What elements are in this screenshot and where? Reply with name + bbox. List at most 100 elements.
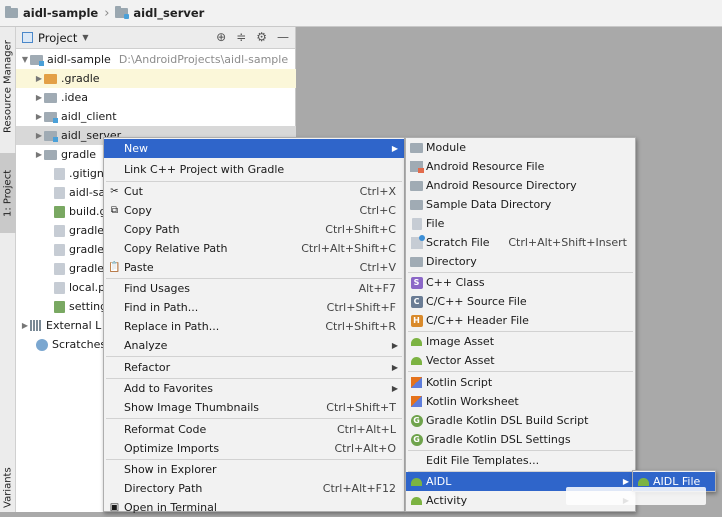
menu-item-refactor[interactable]: Refactor ▶: [104, 358, 404, 377]
module-folder-icon: [30, 54, 44, 66]
menu-item-open-in-terminal[interactable]: ▣ Open in Terminal: [104, 498, 404, 517]
menu-item-find-in-path[interactable]: Find in Path... Ctrl+Shift+F: [104, 298, 404, 317]
chevron-down-icon[interactable]: ▼: [82, 33, 88, 42]
menu-item-paste[interactable]: 📋 Paste Ctrl+V: [104, 258, 404, 277]
scissors-icon: ✂: [110, 186, 119, 197]
menu-item-replace-in-path[interactable]: Replace in Path... Ctrl+Shift+R: [104, 317, 404, 336]
menu-item-gradle-kotlin-settings[interactable]: G Gradle Kotlin DSL Settings: [406, 430, 635, 449]
menu-item-c-source-file[interactable]: C C/C++ Source File: [406, 292, 635, 311]
locate-icon[interactable]: ⊕: [216, 30, 226, 44]
left-tool-strip: Resource Manager 1: Project Variants: [0, 27, 16, 512]
android-icon: [411, 477, 422, 486]
submenu-arrow-icon: ▶: [391, 144, 398, 153]
menu-item-kotlin-script[interactable]: Kotlin Script: [406, 373, 635, 392]
tree-item-root[interactable]: ▼ aidl-sample D:\AndroidProjects\aidl-sa…: [16, 50, 296, 69]
file-icon: [54, 243, 65, 256]
menu-item-android-resource-directory[interactable]: Android Resource Directory: [406, 176, 635, 195]
menu-item-sample-data-directory[interactable]: Sample Data Directory: [406, 195, 635, 214]
library-icon: [30, 320, 42, 331]
submenu-arrow-icon: ▶: [391, 341, 398, 350]
file-icon: [54, 186, 65, 199]
android-icon: [411, 337, 422, 346]
menu-item-link-cpp[interactable]: Link C++ Project with Gradle: [104, 160, 404, 179]
menu-item-android-resource-file[interactable]: Android Resource File: [406, 157, 635, 176]
module-folder-icon: [410, 142, 423, 153]
collapsed-arrow-icon[interactable]: ▶: [34, 150, 44, 159]
menu-item-scratch-file[interactable]: Scratch File Ctrl+Alt+Shift+Insert: [406, 233, 635, 252]
gradle-icon: G: [410, 414, 423, 427]
collapse-all-icon[interactable]: ≑: [236, 30, 246, 44]
tree-item-aidl-client[interactable]: ▶ aidl_client: [16, 107, 296, 126]
module-folder-icon: [44, 130, 58, 142]
submenu-arrow-icon: ▶: [391, 363, 398, 372]
kotlin-icon: [411, 377, 422, 388]
context-menu: New ▶ Link C++ Project with Gradle ✂ Cut…: [103, 137, 405, 514]
submenu-arrow-icon: ▶: [622, 477, 629, 486]
collapsed-arrow-icon[interactable]: ▶: [34, 74, 44, 83]
navigation-bar: aidl-sample › aidl_server: [0, 0, 722, 27]
menu-item-cut[interactable]: ✂ Cut Ctrl+X: [104, 182, 404, 201]
menu-item-show-in-explorer[interactable]: Show in Explorer: [104, 460, 404, 479]
gear-icon[interactable]: ⚙: [256, 30, 267, 44]
android-icon: [411, 356, 422, 365]
tree-item-gradle-cache[interactable]: ▶ .gradle: [16, 69, 296, 88]
folder-icon: [44, 92, 57, 103]
expanded-arrow-icon[interactable]: ▼: [20, 55, 30, 64]
tool-tab-project[interactable]: 1: Project: [0, 153, 16, 233]
collapsed-arrow-icon[interactable]: ▶: [34, 112, 44, 121]
android-icon: [638, 477, 649, 486]
file-icon: [411, 217, 422, 230]
scratch-file-icon: [410, 234, 425, 249]
menu-item-find-usages[interactable]: Find Usages Alt+F7: [104, 279, 404, 298]
menu-item-vector-asset[interactable]: Vector Asset: [406, 351, 635, 370]
menu-item-edit-file-templates[interactable]: Edit File Templates...: [406, 451, 635, 470]
terminal-icon: ▣: [109, 502, 120, 513]
minimize-icon[interactable]: —: [277, 30, 289, 44]
project-view-selector[interactable]: Project: [38, 31, 77, 45]
tool-tab-resource-manager[interactable]: Resource Manager: [0, 33, 16, 141]
tool-tab-build-variants[interactable]: Variants: [0, 463, 16, 513]
kotlin-icon: [411, 396, 422, 407]
menu-item-image-asset[interactable]: Image Asset: [406, 332, 635, 351]
menu-item-directory-path[interactable]: Directory Path Ctrl+Alt+F12: [104, 479, 404, 498]
menu-item-directory[interactable]: Directory: [406, 252, 635, 271]
submenu-arrow-icon: ▶: [391, 384, 398, 393]
menu-item-optimize-imports[interactable]: Optimize Imports Ctrl+Alt+O: [104, 439, 404, 458]
scratches-icon: [36, 338, 48, 351]
menu-separator: [106, 356, 402, 357]
tree-item-idea[interactable]: ▶ .idea: [16, 88, 296, 107]
chevron-right-icon: ›: [104, 5, 110, 21]
menu-item-c-header-file[interactable]: H C/C++ Header File: [406, 311, 635, 330]
collapsed-arrow-icon[interactable]: ▶: [34, 93, 44, 102]
folder-icon: [410, 199, 423, 210]
menu-item-gradle-kotlin-build-script[interactable]: G Gradle Kotlin DSL Build Script: [406, 411, 635, 430]
collapsed-arrow-icon[interactable]: ▶: [34, 131, 44, 140]
menu-separator: [408, 371, 633, 372]
menu-item-new[interactable]: New ▶: [104, 139, 404, 158]
menu-item-copy-relative-path[interactable]: Copy Relative Path Ctrl+Alt+Shift+C: [104, 239, 404, 258]
file-icon: [54, 262, 65, 275]
menu-item-show-image-thumbnails[interactable]: Show Image Thumbnails Ctrl+Shift+T: [104, 398, 404, 417]
folder-icon: [44, 149, 57, 160]
c-source-icon: C: [410, 295, 423, 308]
gradle-file-icon: [54, 300, 65, 313]
menu-item-add-to-favorites[interactable]: Add to Favorites ▶: [104, 379, 404, 398]
paste-icon: 📋: [108, 262, 121, 273]
menu-item-copy-path[interactable]: Copy Path Ctrl+Shift+C: [104, 220, 404, 239]
cpp-class-icon: S: [410, 276, 423, 289]
menu-item-module[interactable]: Module: [406, 138, 635, 157]
menu-item-kotlin-worksheet[interactable]: Kotlin Worksheet: [406, 392, 635, 411]
menu-item-file[interactable]: File: [406, 214, 635, 233]
menu-item-analyze[interactable]: Analyze ▶: [104, 336, 404, 355]
c-header-icon: H: [410, 314, 423, 327]
collapsed-arrow-icon[interactable]: ▶: [20, 321, 30, 330]
menu-item-copy[interactable]: ⧉ Copy Ctrl+C: [104, 201, 404, 220]
folder-icon: [410, 256, 423, 267]
breadcrumb-root[interactable]: aidl-sample: [5, 6, 98, 20]
menu-item-cpp-class[interactable]: S C++ Class: [406, 273, 635, 292]
breadcrumb-module[interactable]: aidl_server: [115, 6, 204, 20]
gradle-file-icon: [54, 205, 65, 218]
gradle-icon: G: [410, 433, 423, 446]
project-panel-header: Project ▼ ⊕ ≑ ⚙ —: [16, 27, 295, 49]
menu-item-reformat-code[interactable]: Reformat Code Ctrl+Alt+L: [104, 420, 404, 439]
